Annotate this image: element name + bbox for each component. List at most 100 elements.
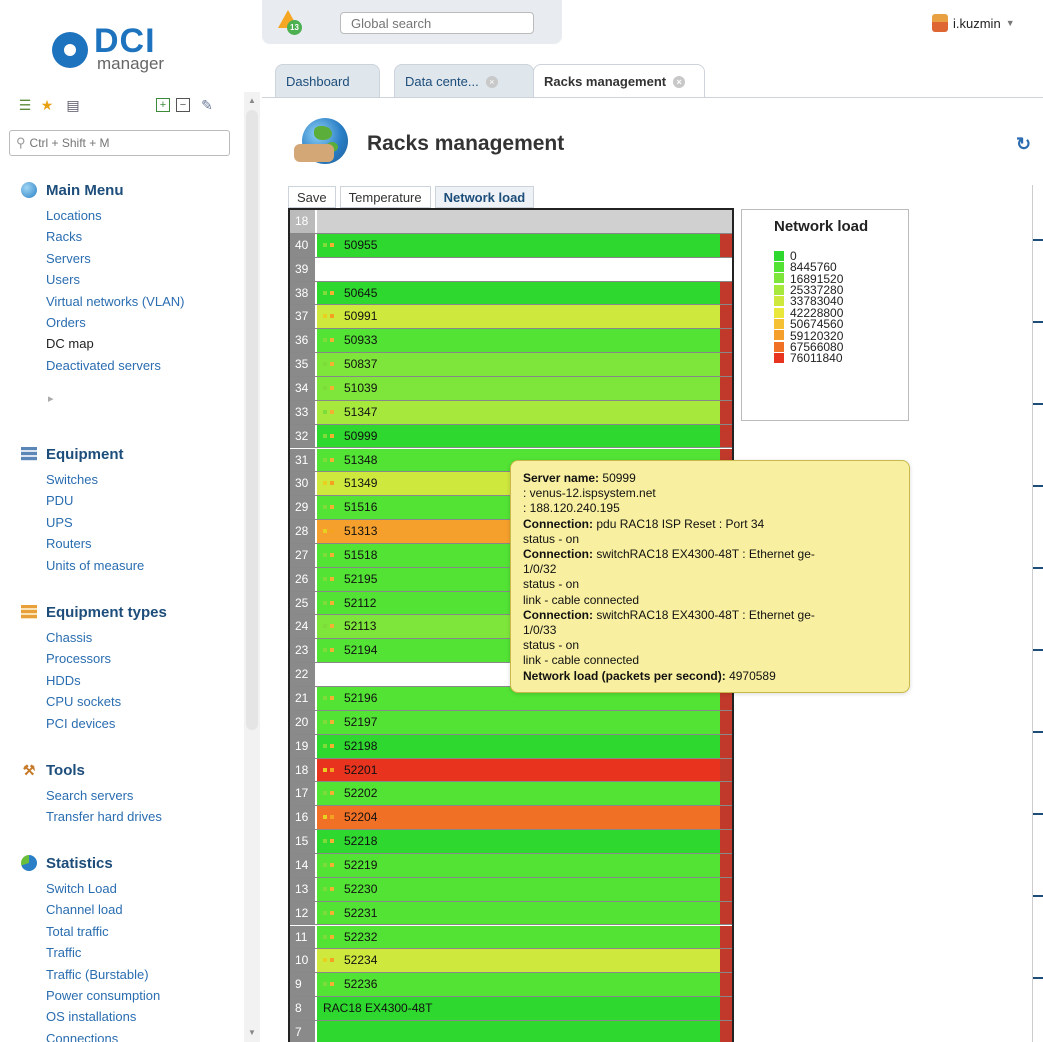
sidebar-scrollbar[interactable]: ▲ ▼	[244, 92, 260, 1042]
unit-body[interactable]: 50955	[317, 233, 720, 257]
rack-unit[interactable]: 10 52234	[290, 949, 732, 974]
nav-item-vlan[interactable]: Virtual networks (VLAN)	[20, 291, 184, 312]
nav-item-users[interactable]: Users	[20, 269, 184, 290]
nav-item-traffic-burstable[interactable]: Traffic (Burstable)	[20, 964, 160, 985]
unit-body[interactable]: 51347	[317, 400, 720, 424]
user-menu[interactable]: i.kuzmin ▼	[932, 14, 1015, 32]
nav-item-switch-load[interactable]: Switch Load	[20, 878, 160, 899]
unit-body[interactable]: 50991	[317, 305, 720, 329]
nav-item-deactivated-servers[interactable]: Deactivated servers	[20, 355, 184, 376]
alerts-button[interactable]: 13	[278, 10, 302, 35]
clipboard-icon[interactable]: ▤	[64, 96, 82, 114]
rack-unit[interactable]: 18 52201	[290, 758, 732, 783]
rack-unit[interactable]: 14 52219	[290, 853, 732, 878]
unit-body[interactable]	[317, 1020, 720, 1042]
unit-body[interactable]: 52204	[317, 806, 720, 830]
unit-body[interactable]: 50933	[317, 329, 720, 353]
unit-body[interactable]: 52230	[317, 877, 720, 901]
menu-search-field[interactable]: ⚲	[9, 130, 230, 156]
nav-item-chassis[interactable]: Chassis	[20, 627, 167, 648]
nav-item-hdds[interactable]: HDDs	[20, 670, 167, 691]
nav-item-processors[interactable]: Processors	[20, 648, 167, 669]
nav-item-servers[interactable]: Servers	[20, 248, 184, 269]
unit-body[interactable]: 50837	[317, 353, 720, 376]
nav-item-orders[interactable]: Orders	[20, 312, 184, 333]
global-search-field[interactable]	[340, 12, 534, 34]
rack-unit[interactable]: 17 52202	[290, 782, 732, 807]
unit-body[interactable]: 50999	[317, 424, 720, 448]
unit-body[interactable]: 50645	[317, 281, 720, 305]
dci-manager-logo[interactable]: DCI manager	[50, 20, 200, 80]
rack-unit[interactable]: 38 50645	[290, 281, 732, 306]
nav-item-dc-map[interactable]: DC map	[20, 333, 184, 354]
menu-search-input[interactable]	[29, 136, 210, 150]
rack-unit[interactable]: 19 52198	[290, 734, 732, 759]
close-tab-icon[interactable]: ×	[485, 75, 498, 88]
rack-unit[interactable]: 9 52236	[290, 973, 732, 998]
rack-unit[interactable]: 7	[290, 1020, 732, 1042]
tab-dashboard[interactable]: Dashboard	[275, 64, 380, 98]
unit-body[interactable]: 52218	[317, 830, 720, 853]
rack-unit[interactable]: 12 52231	[290, 901, 732, 926]
nav-item-os-installations[interactable]: OS installations	[20, 1006, 160, 1027]
nav-item-cpu-sockets[interactable]: CPU sockets	[20, 691, 167, 712]
unit-body[interactable]: 52236	[317, 973, 720, 997]
unit-body[interactable]: 52234	[317, 949, 720, 973]
unit-body[interactable]: 52197	[317, 710, 720, 734]
nav-item-total-traffic[interactable]: Total traffic	[20, 921, 160, 942]
right-side-panel[interactable]	[1032, 185, 1043, 1042]
collapse-all-icon[interactable]: −	[176, 98, 190, 112]
nav-header-statistics[interactable]: Statistics	[20, 852, 160, 874]
nav-item-power-consumption[interactable]: Power consumption	[20, 985, 160, 1006]
nav-item-pci-devices[interactable]: PCI devices	[20, 713, 167, 734]
nav-header-tools[interactable]: ⚒ Tools	[20, 759, 162, 781]
rack-unit[interactable]: 15 52218	[290, 830, 732, 854]
nav-item-units-of-measure[interactable]: Units of measure	[20, 555, 144, 576]
nav-header-equipment-types[interactable]: Equipment types	[20, 601, 167, 623]
tab-data-centers[interactable]: Data cente... ×	[394, 64, 534, 98]
unit-body[interactable]: 51039	[317, 376, 720, 400]
rack-unit[interactable]: 33 51347	[290, 400, 732, 425]
rack-unit[interactable]: 37 50991	[290, 305, 732, 330]
save-button[interactable]: Save	[288, 186, 336, 208]
unit-body[interactable]: 52201	[317, 758, 720, 782]
rack-unit[interactable]: 35 50837	[290, 353, 732, 377]
scrollbar-thumb[interactable]	[246, 110, 258, 730]
tab-racks-management[interactable]: Racks management ×	[533, 64, 705, 98]
expand-all-icon[interactable]: +	[156, 98, 170, 112]
nav-item-routers[interactable]: Routers	[20, 533, 144, 554]
scroll-down-icon[interactable]: ▼	[248, 1028, 256, 1037]
nav-item-pdu[interactable]: PDU	[20, 490, 144, 511]
unit-body[interactable]: 52202	[317, 782, 720, 806]
tree-view-icon[interactable]: ☰	[16, 96, 34, 114]
rack-unit[interactable]: 40 50955	[290, 233, 732, 258]
global-search-input[interactable]	[341, 13, 533, 33]
nav-header-equipment[interactable]: Equipment	[20, 443, 144, 465]
pin-icon[interactable]: ✎	[198, 96, 216, 114]
unit-body[interactable]: RAC18 EX4300-48T	[317, 997, 720, 1020]
nav-item-connections[interactable]: Connections	[20, 1028, 160, 1042]
nav-item-locations[interactable]: Locations	[20, 205, 184, 226]
nav-header-main-menu[interactable]: Main Menu	[20, 179, 184, 201]
refresh-icon[interactable]: ↻	[1016, 134, 1031, 155]
nav-item-transfer-hard-drives[interactable]: Transfer hard drives	[20, 806, 162, 827]
expand-arrow-icon[interactable]: ▸	[20, 376, 184, 422]
nav-item-switches[interactable]: Switches	[20, 469, 144, 490]
scroll-up-icon[interactable]: ▲	[248, 96, 256, 105]
nav-item-racks[interactable]: Racks	[20, 226, 184, 247]
rack-unit[interactable]: 36 50933	[290, 329, 732, 354]
rack-unit[interactable]: 11 52232	[290, 925, 732, 950]
nav-item-ups[interactable]: UPS	[20, 512, 144, 533]
rack-unit[interactable]: 13 52230	[290, 877, 732, 902]
rack-unit[interactable]: 16 52204	[290, 806, 732, 831]
network-load-button[interactable]: Network load	[434, 186, 535, 208]
unit-body[interactable]: 52198	[317, 734, 720, 758]
nav-item-channel-load[interactable]: Channel load	[20, 899, 160, 920]
nav-item-search-servers[interactable]: Search servers	[20, 785, 162, 806]
rack-unit[interactable]: 8 RAC18 EX4300-48T	[290, 997, 732, 1021]
nav-item-traffic[interactable]: Traffic	[20, 942, 160, 963]
temperature-button[interactable]: Temperature	[339, 186, 431, 208]
unit-body[interactable]: 52232	[317, 925, 720, 949]
unit-body[interactable]: 52219	[317, 853, 720, 877]
rack-unit[interactable]: 34 51039	[290, 376, 732, 401]
